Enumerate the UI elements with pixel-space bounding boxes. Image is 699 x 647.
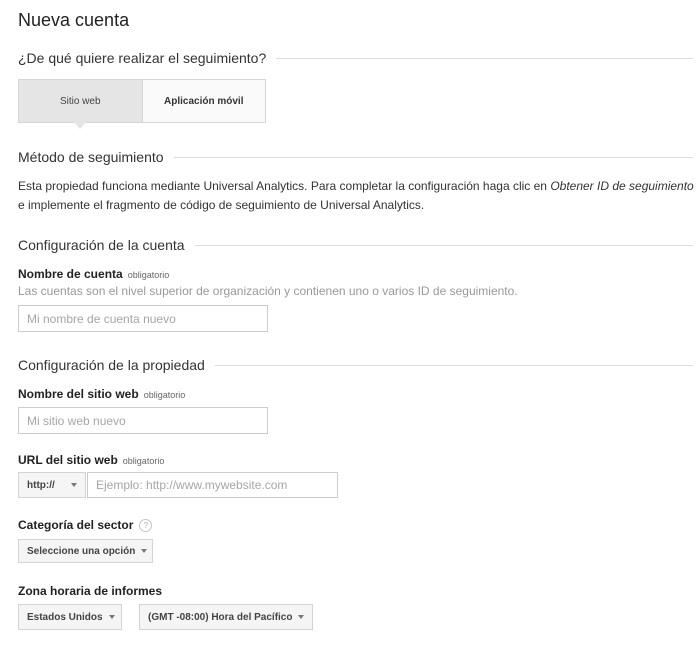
section-divider xyxy=(173,156,693,158)
timezone-label: Zona horaria de informes xyxy=(18,584,163,598)
chevron-down-icon xyxy=(141,549,148,553)
site-url-input[interactable] xyxy=(87,472,338,498)
chevron-down-icon xyxy=(71,483,77,487)
site-url-label: URL del sitio web obligatorio xyxy=(18,453,164,467)
tracking-section-label: ¿De qué quiere realizar el seguimiento? xyxy=(18,50,267,66)
category-label-text: Categoría del sector xyxy=(18,518,134,532)
method-description: Esta propiedad funciona mediante Univers… xyxy=(18,177,694,215)
tracking-option-website[interactable]: Sitio web xyxy=(19,80,143,129)
tracking-option-mobile-app[interactable]: Aplicación móvil xyxy=(143,80,266,122)
page-title: Nueva cuenta xyxy=(18,10,130,30)
section-divider xyxy=(276,57,693,59)
method-section-header: Método de seguimiento xyxy=(18,147,693,167)
timezone-dropdown-value: (GMT -08:00) Hora del Pacífico xyxy=(148,611,293,623)
property-section-label: Configuración de la propiedad xyxy=(18,357,205,373)
site-name-label: Nombre del sitio web obligatorio xyxy=(18,387,185,401)
timezone-dropdown[interactable]: (GMT -08:00) Hora del Pacífico xyxy=(139,604,313,630)
chevron-down-icon xyxy=(298,615,305,619)
site-name-label-text: Nombre del sitio web xyxy=(18,387,139,401)
category-label: Categoría del sector? xyxy=(18,518,153,533)
tracking-section-header: ¿De qué quiere realizar el seguimiento? xyxy=(18,48,693,68)
required-badge: obligatorio xyxy=(143,390,186,400)
account-name-input[interactable] xyxy=(18,305,268,332)
protocol-dropdown-value: http:// xyxy=(27,479,55,491)
help-icon[interactable]: ? xyxy=(139,519,153,533)
section-divider xyxy=(214,364,693,366)
get-tracking-id-reference: Obtener ID de seguimiento xyxy=(550,179,694,193)
required-badge: obligatorio xyxy=(127,270,170,280)
account-name-label-text: Nombre de cuenta xyxy=(18,267,123,281)
site-url-label-text: URL del sitio web xyxy=(18,453,118,467)
account-name-label: Nombre de cuenta obligatorio xyxy=(18,267,169,281)
method-description-line1: Esta propiedad funciona mediante Univers… xyxy=(18,177,694,196)
tracking-type-selector: Sitio web Aplicación móvil xyxy=(18,79,266,129)
property-section-header: Configuración de la propiedad xyxy=(18,355,693,375)
country-dropdown[interactable]: Estados Unidos xyxy=(18,604,122,630)
category-dropdown[interactable]: Seleccione una opción xyxy=(18,539,153,563)
method-description-line2: e implemente el fragmento de código de s… xyxy=(18,198,425,212)
account-section-label: Configuración de la cuenta xyxy=(18,237,185,253)
chevron-down-icon xyxy=(108,615,115,619)
new-account-page: Nueva cuenta ¿De qué quiere realizar el … xyxy=(0,0,699,647)
method-description-text: Esta propiedad funciona mediante Univers… xyxy=(18,179,551,193)
category-dropdown-value: Seleccione una opción xyxy=(27,545,136,557)
method-section-label: Método de seguimiento xyxy=(18,149,164,165)
account-help-text: Las cuentas son el nivel superior de org… xyxy=(18,284,518,298)
protocol-dropdown[interactable]: http:// xyxy=(18,472,86,498)
required-badge: obligatorio xyxy=(122,456,165,466)
section-divider xyxy=(194,244,693,246)
account-section-header: Configuración de la cuenta xyxy=(18,235,693,255)
site-name-input[interactable] xyxy=(18,407,268,434)
country-dropdown-value: Estados Unidos xyxy=(27,611,103,623)
